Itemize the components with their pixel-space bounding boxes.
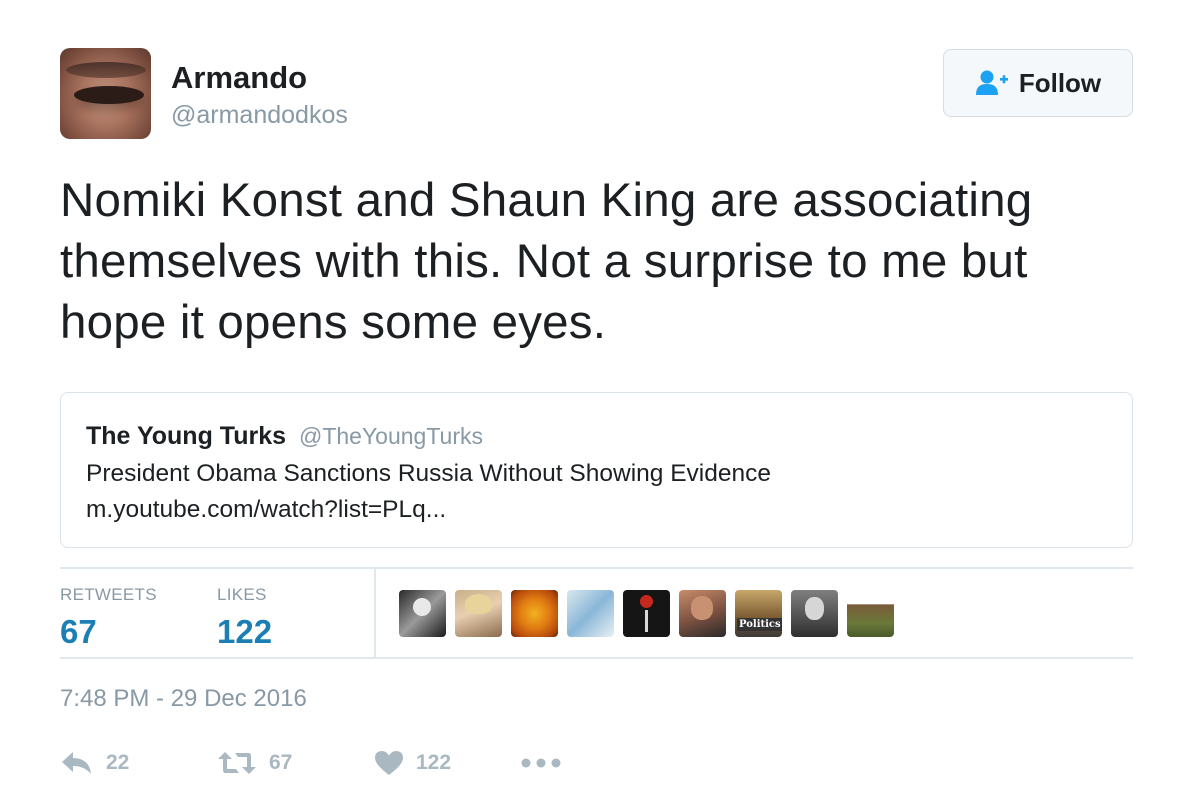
reply-button[interactable]: 22: [60, 750, 217, 776]
likes-stat[interactable]: LIKES 122: [217, 585, 272, 651]
tweet-timestamp[interactable]: 7:48 PM - 29 Dec 2016: [60, 685, 307, 713]
liker-avatar[interactable]: [735, 590, 782, 637]
tweet-actions: 22 67 122: [60, 750, 561, 776]
liker-avatar[interactable]: [679, 590, 726, 637]
quoted-tweet-card[interactable]: The Young Turks @TheYoungTurks President…: [60, 392, 1133, 548]
retweets-count: 67: [60, 613, 97, 650]
likes-label: LIKES: [217, 585, 267, 604]
reply-count: 22: [106, 751, 130, 774]
follow-button-label: Follow: [1018, 67, 1102, 98]
liker-avatar[interactable]: [455, 590, 502, 637]
tweet-text: Nomiki Konst and Shaun King are associat…: [60, 170, 1140, 353]
add-user-icon: [975, 70, 1008, 95]
liker-avatar[interactable]: [623, 590, 670, 637]
liker-avatar[interactable]: [511, 590, 558, 637]
follow-button[interactable]: Follow: [943, 49, 1133, 117]
user-handle[interactable]: @armandodkos: [171, 101, 348, 130]
retweets-stat[interactable]: RETWEETS 67: [60, 585, 157, 651]
divider: [60, 657, 1133, 659]
retweets-label: RETWEETS: [60, 585, 157, 604]
likes-count: 122: [217, 613, 273, 650]
liker-avatar[interactable]: [791, 590, 838, 637]
more-dots-icon: [521, 758, 561, 768]
tweet-text-line: hope it opens some eyes.: [60, 296, 607, 349]
retweet-icon: [218, 752, 256, 774]
quoted-tweet-header: The Young Turks @TheYoungTurks: [86, 422, 483, 451]
retweet-button[interactable]: 67: [217, 750, 374, 776]
avatar[interactable]: [60, 48, 151, 139]
more-button[interactable]: [521, 757, 561, 769]
quoted-tweet-text: President Obama Sanctions Russia Without…: [86, 460, 771, 487]
quoted-user-name: The Young Turks: [86, 422, 287, 450]
retweet-count: 67: [269, 751, 293, 774]
tweet-text-line: themselves with this. Not a surprise to …: [60, 235, 1028, 288]
avatar-detail: [66, 62, 146, 78]
quoted-user-handle: @TheYoungTurks: [298, 423, 483, 449]
user-name[interactable]: Armando: [171, 60, 307, 96]
liker-avatar[interactable]: [567, 590, 614, 637]
liker-avatar[interactable]: [847, 590, 894, 637]
liker-avatar[interactable]: [399, 590, 446, 637]
tweet-text-line: Nomiki Konst and Shaun King are associat…: [60, 174, 1033, 227]
like-count: 122: [416, 751, 452, 774]
divider: [60, 567, 1133, 569]
quoted-tweet-link[interactable]: m.youtube.com/watch?list=PLq...: [86, 496, 446, 524]
divider: [374, 568, 376, 658]
reply-icon: [62, 752, 91, 774]
avatar-detail: [74, 86, 144, 104]
like-button[interactable]: 122: [374, 750, 521, 776]
heart-icon: [375, 751, 403, 775]
liker-avatars: [399, 590, 894, 637]
